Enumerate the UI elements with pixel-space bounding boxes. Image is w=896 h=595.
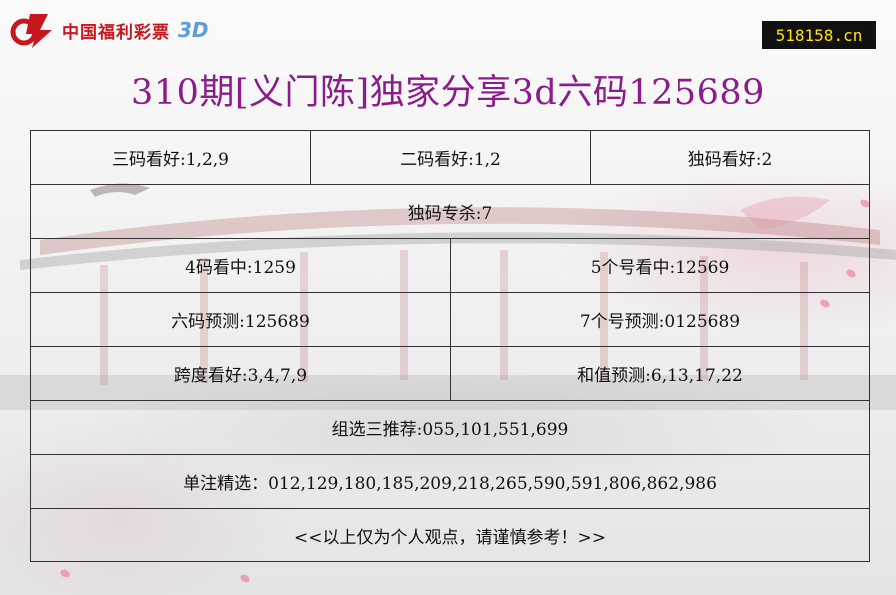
table-cell: 5个号看中:12569: [590, 258, 730, 278]
table-cell: 三码看好:1,2,9: [31, 131, 311, 184]
table-row: 跨度看好:3,4,7,9 和值预测:6,13,17,22: [31, 347, 869, 401]
table-cell: 7个号预测:0125689: [579, 312, 741, 332]
table-cell: 独码专杀:7: [407, 204, 493, 224]
table-row: 六码预测:125689 7个号预测:0125689: [31, 293, 869, 347]
brand-text: 中国福利彩票: [62, 22, 170, 43]
table-row: 三码看好:1,2,9 二码看好:1,2 独码看好:2: [31, 131, 869, 185]
table-cell: 和值预测:6,13,17,22: [577, 366, 743, 386]
lottery-logo: 中国福利彩票 3D: [10, 10, 209, 50]
table-row: 4码看中:1259 5个号看中:12569: [31, 239, 869, 293]
table-cell: 跨度看好:3,4,7,9: [31, 347, 451, 400]
page-title: 310期[义门陈]独家分享3d六码125689: [131, 73, 765, 113]
table-row: <<以上仅为个人观点，请谨慎参考！>>: [31, 509, 869, 562]
table-row: 组选三推荐:055,101,551,699: [31, 401, 869, 455]
table-cell: 六码预测:125689: [31, 293, 451, 346]
table-row: 单注精选：012,129,180,185,209,218,265,590,591…: [31, 455, 869, 509]
table-cell: 组选三推荐:055,101,551,699: [331, 420, 569, 440]
site-badge: 518158.cn: [762, 21, 876, 49]
table-cell: 4码看中:1259: [31, 239, 451, 292]
table-cell: 单注精选：012,129,180,185,209,218,265,590,591…: [183, 474, 717, 494]
brand-3d-text: 3D: [178, 18, 209, 42]
table-cell: 独码看好:2: [687, 150, 773, 170]
prediction-table: 三码看好:1,2,9 二码看好:1,2 独码看好:2 独码专杀:7 4码看中:1…: [30, 130, 870, 562]
table-cell: 二码看好:1,2: [311, 131, 591, 184]
welfare-lottery-logo-icon: [10, 14, 52, 48]
table-row: 独码专杀:7: [31, 185, 869, 239]
disclaimer-cell: <<以上仅为个人观点，请谨慎参考！>>: [294, 528, 606, 548]
